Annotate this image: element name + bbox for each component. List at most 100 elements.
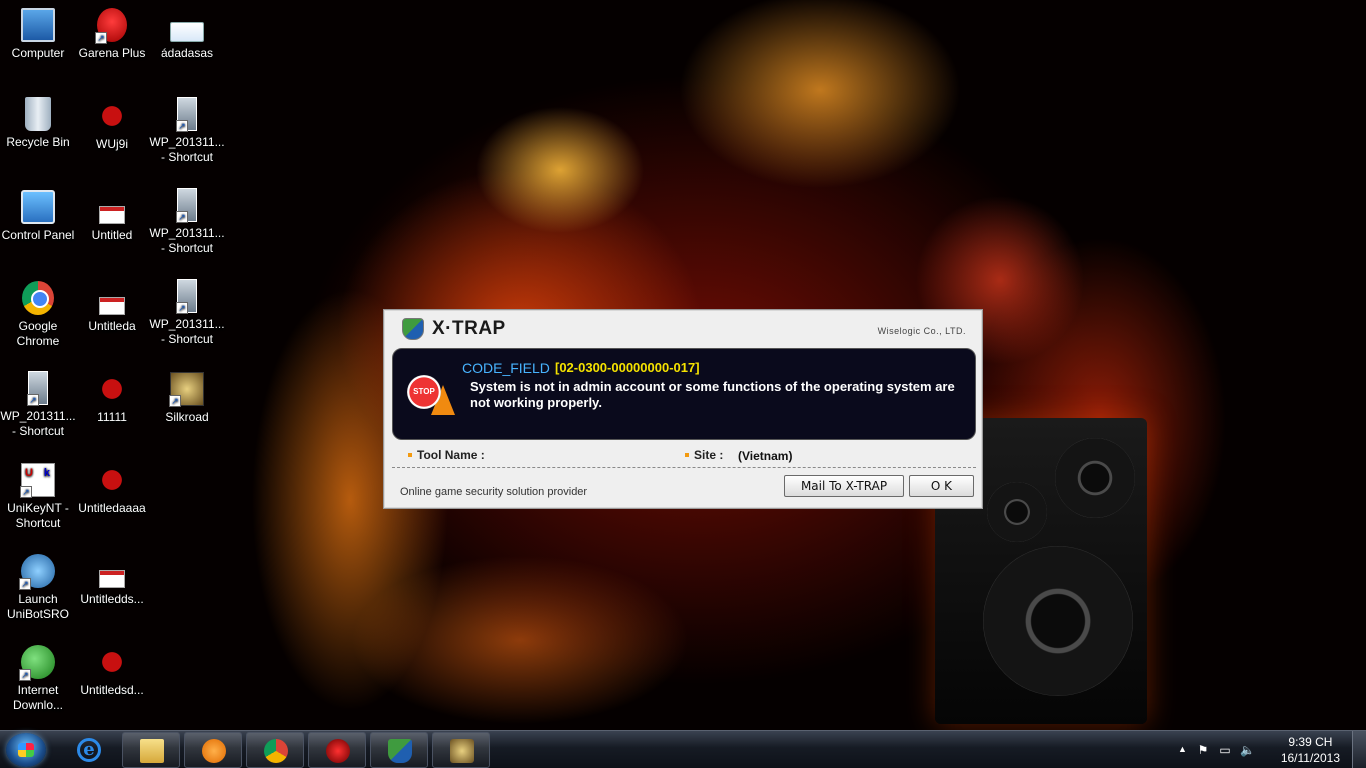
code-field-label: CODE_FIELD: [462, 360, 550, 376]
clock-date: 16/11/2013: [1280, 751, 1340, 765]
paper-icon: [99, 570, 125, 588]
shortcut-arrow-icon: ↗: [176, 302, 188, 314]
show-desktop-button[interactable]: [1352, 731, 1366, 768]
desktop-icon-wp-shortcut[interactable]: ↗ WP_201311... - Shortcut: [0, 371, 76, 439]
chrome-icon: [264, 739, 288, 763]
paper-icon: [99, 206, 125, 224]
info-row: Tool Name : Site : (Vietnam): [392, 446, 976, 468]
error-message-panel: STOP CODE_FIELD [02-0300-00000000-017] S…: [392, 348, 976, 440]
system-tray: ▲ ⚑ ▭ 🔈 9:39 CH 16/11/2013: [1166, 731, 1366, 768]
desktop-icon-label: Launch UniBotSRO: [6, 592, 70, 621]
desktop-icon-silkroad[interactable]: ↗ Silkroad: [149, 372, 225, 425]
desktop-icon-untitledds[interactable]: Untitledds...: [74, 554, 150, 607]
desktop-icon-untitledaaaa[interactable]: Untitledaaaa: [74, 463, 150, 516]
garena-icon: ↗: [95, 8, 127, 44]
bullet-icon: [685, 453, 689, 457]
desktop-icon-untitledsd[interactable]: Untitledsd...: [74, 645, 150, 698]
desktop-icon-launch-unibotsro[interactable]: ↗ Launch UniBotSRO: [0, 554, 76, 622]
clock[interactable]: 9:39 CH 16/11/2013: [1281, 734, 1340, 766]
desktop-icon-adadasas[interactable]: ádadasas: [149, 8, 225, 61]
taskbar-google-chrome[interactable]: [246, 732, 304, 768]
desktop-icon-wp-shortcut[interactable]: ↗ WP_201311... - Shortcut: [149, 188, 225, 256]
desktop-icon-internet-download-manager[interactable]: ↗ Internet Downlo...: [0, 645, 76, 713]
shortcut-arrow-icon: ↗: [95, 32, 107, 44]
desktop-icon-control-panel[interactable]: Control Panel: [0, 190, 76, 243]
bug-icon: [95, 372, 129, 406]
desktop-icon-label: WP_201311... - Shortcut: [149, 135, 225, 164]
desktop-icon-11111[interactable]: 11111: [74, 372, 150, 425]
silkroad-icon: ↗: [169, 372, 204, 407]
desktop-icon-google-chrome[interactable]: Google Chrome: [0, 281, 76, 349]
dialog-header: X·TRAP Wiselogic Co., LTD.: [384, 310, 982, 346]
bug-icon: [95, 99, 129, 133]
desktop-icon-label: Untitledsd...: [80, 683, 144, 697]
ok-button[interactable]: O K: [909, 475, 974, 497]
desktop-icon-label: Untitledds...: [80, 592, 144, 606]
xtrap-icon: [388, 739, 412, 763]
taskbar-windows-explorer[interactable]: [122, 732, 180, 768]
desktop-icon-wp-shortcut[interactable]: ↗ WP_201311... - Shortcut: [149, 279, 225, 347]
mail-to-xtrap-button[interactable]: Mail To X-TRAP: [784, 475, 904, 497]
desktop-icon-computer[interactable]: Computer: [0, 8, 76, 61]
volume-icon[interactable]: 🔈: [1240, 743, 1255, 757]
speaker-cone: [987, 482, 1047, 542]
dialog-brand: X·TRAP: [432, 318, 506, 339]
garena-icon: [326, 739, 350, 763]
chrome-icon: [22, 281, 54, 315]
shortcut-arrow-icon: ↗: [176, 211, 188, 223]
site-value: (Vietnam): [738, 449, 793, 463]
site-label: Site :: [694, 448, 724, 462]
desktop-icon-label: UniKeyNT - Shortcut: [7, 501, 69, 530]
xtrap-shield-icon: [402, 318, 424, 340]
xtrap-error-dialog: X·TRAP Wiselogic Co., LTD. STOP CODE_FIE…: [383, 309, 983, 509]
desktop-icon-label: Garena Plus: [78, 46, 146, 60]
desktop-icon-garena-plus[interactable]: ↗ Garena Plus: [74, 8, 150, 61]
photo-icon: ↗: [176, 97, 197, 132]
desktop-icon-wuj9i[interactable]: WUj9i: [74, 99, 150, 152]
shortcut-arrow-icon: ↗: [19, 669, 31, 681]
desktop-icon-label: ádadasas: [160, 46, 214, 60]
desktop-icon-untitleda[interactable]: Untitleda: [74, 281, 150, 334]
company-name: Wiselogic Co., LTD.: [877, 326, 966, 336]
desktop-icon-label: 11111: [97, 410, 127, 424]
speaker-cone: [1055, 438, 1135, 518]
desktop-icon-label: WUj9i: [96, 137, 128, 151]
dialog-footer-text: Online game security solution provider: [400, 486, 588, 498]
desktop-icon-label: Untitledaaaa: [78, 501, 146, 515]
photo-icon: ↗: [176, 279, 197, 314]
recycle-bin-icon: [25, 97, 51, 131]
taskbar-garena[interactable]: [308, 732, 366, 768]
desktop-icon-recycle-bin[interactable]: Recycle Bin: [0, 97, 76, 150]
desktop-icon-wp-shortcut[interactable]: ↗ WP_201311... - Shortcut: [149, 97, 225, 165]
show-hidden-icons-button[interactable]: ▲: [1178, 744, 1187, 754]
internet-explorer-icon: e: [77, 738, 101, 762]
taskbar-xtrap[interactable]: [370, 732, 428, 768]
desktop-icon-untitled[interactable]: Untitled: [74, 190, 150, 243]
desktop-icon-label: Silkroad: [165, 410, 209, 424]
start-button[interactable]: [6, 733, 46, 767]
tool-name-label: Tool Name :: [417, 448, 485, 462]
taskbar-windows-media-player[interactable]: [184, 732, 242, 768]
desktop-icon-label: WP_201311... - Shortcut: [149, 226, 225, 255]
desktop-icon-label: Untitled: [91, 228, 133, 242]
desktop-icon-unikey[interactable]: ↗ UniKeyNT - Shortcut: [0, 463, 76, 531]
bug-icon: [95, 645, 129, 679]
code-field-value: [02-0300-00000000-017]: [555, 360, 700, 375]
shortcut-arrow-icon: ↗: [169, 395, 181, 407]
taskbar-silkroad[interactable]: [432, 732, 490, 768]
control-panel-icon: [21, 190, 55, 224]
action-center-icon[interactable]: ⚑: [1196, 743, 1210, 757]
desktop-icon-label: Computer: [11, 46, 65, 60]
launch-icon: ↗: [19, 554, 55, 590]
network-icon[interactable]: ▭: [1218, 743, 1232, 757]
desktop-icon-label: Google Chrome: [16, 319, 60, 348]
shortcut-arrow-icon: ↗: [176, 120, 188, 132]
desktop-icon-label: Recycle Bin: [6, 135, 70, 149]
desktop-icon-label: WP_201311... - Shortcut: [0, 409, 76, 438]
shortcut-arrow-icon: ↗: [20, 486, 32, 498]
media-player-icon: [202, 739, 226, 763]
taskbar-internet-explorer[interactable]: e: [60, 732, 118, 768]
desktop-icon-label: Control Panel: [1, 228, 75, 242]
unikey-icon: ↗: [20, 463, 55, 498]
desktop-icon-label: Internet Downlo...: [12, 683, 64, 712]
